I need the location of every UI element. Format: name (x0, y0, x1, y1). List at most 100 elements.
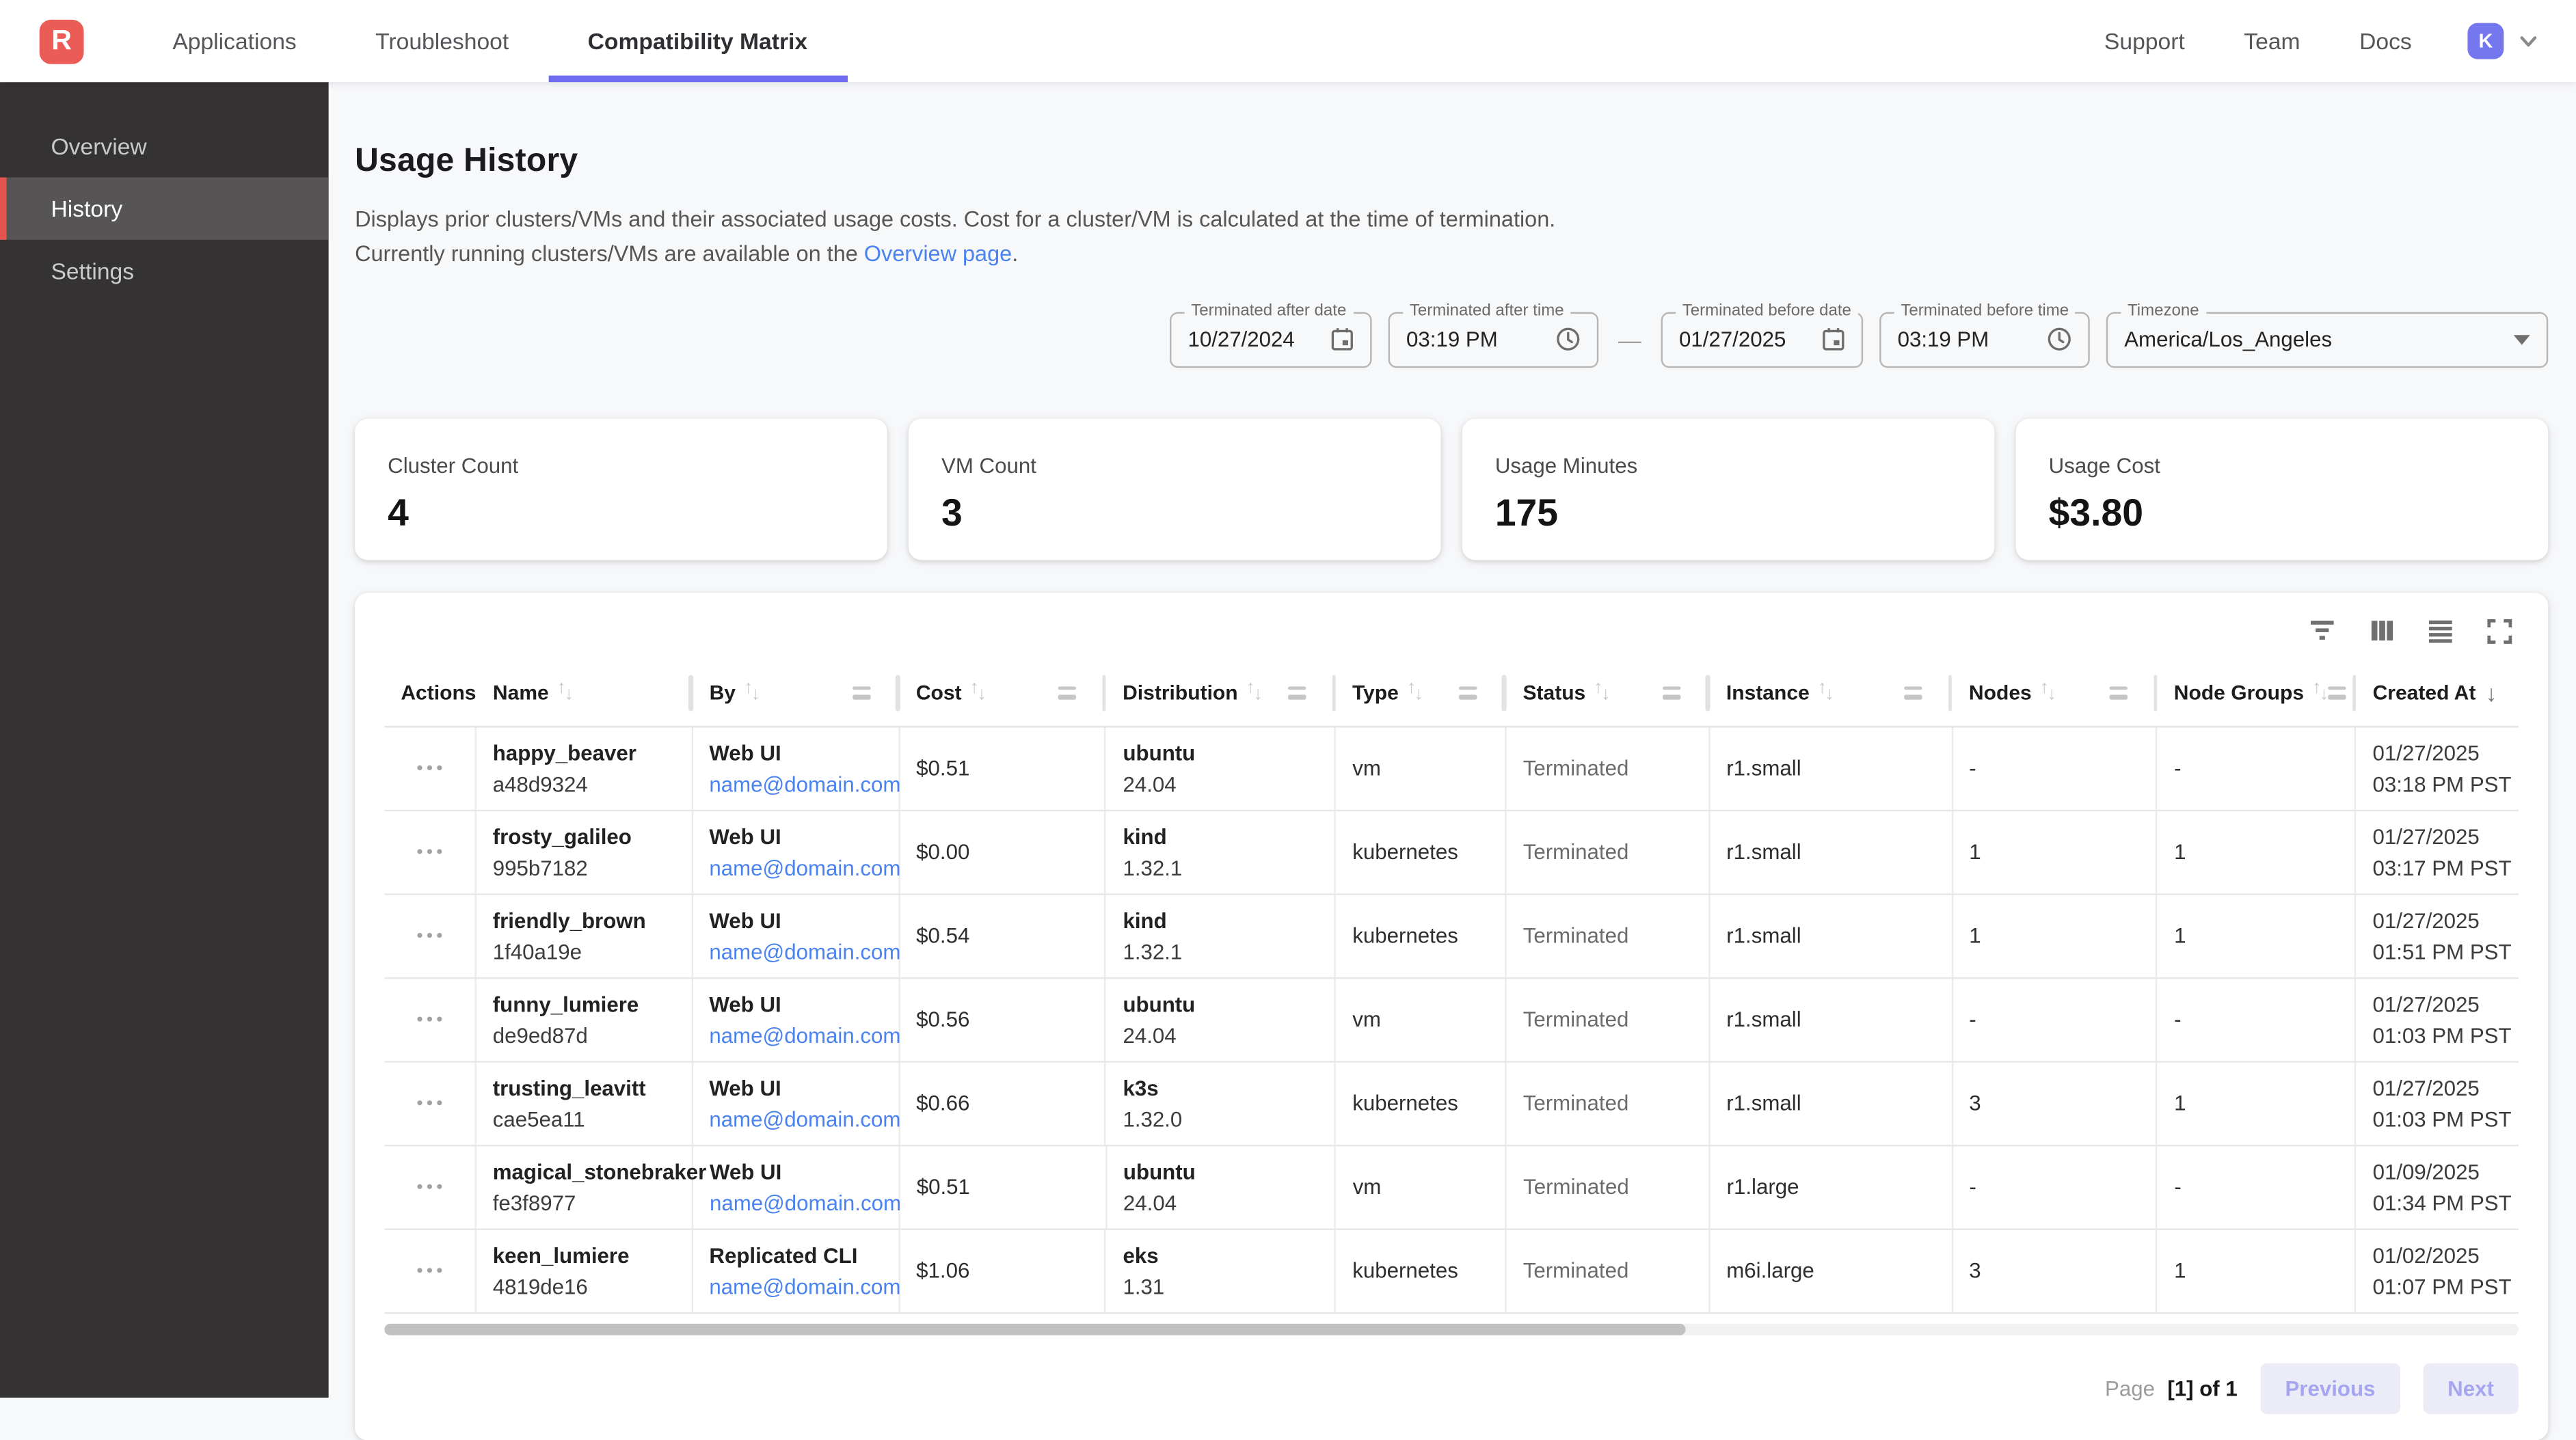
column-header-created[interactable]: Created At↓ (2357, 660, 2519, 725)
nav-tab-applications[interactable]: Applications (133, 0, 336, 82)
sidebar-item-history[interactable]: History (0, 178, 329, 240)
cell-cost: $0.51 (900, 727, 1106, 809)
calendar-icon[interactable] (1822, 327, 1845, 352)
stat-value: 3 (941, 491, 1408, 535)
row-actions-button[interactable] (410, 926, 448, 945)
cell-created: 01/09/202501:34 PM PST (2357, 1146, 2519, 1228)
stat-cards: Cluster Count 4 VM Count 3 Usage Minutes… (355, 418, 2548, 560)
clock-icon[interactable] (1556, 327, 1581, 352)
columns-icon[interactable] (2371, 619, 2394, 642)
app-window: R Applications Troubleshoot Compatibilit… (0, 0, 2576, 1398)
terminated-before-date-field[interactable]: Terminated before date 01/27/2025 (1661, 312, 1864, 368)
column-menu-icon[interactable] (2110, 686, 2128, 699)
user-email-link[interactable]: name@domain.com (710, 1190, 882, 1214)
column-header-instance[interactable]: Instance↑↓ (1710, 660, 1953, 725)
app-logo[interactable]: R (40, 19, 84, 64)
sort-icon: ↑↓ (970, 683, 987, 701)
table-row: magical_stonebrakerfe3f8977Web UIname@do… (384, 1146, 2519, 1230)
column-menu-icon[interactable] (852, 686, 870, 699)
clock-icon[interactable] (2047, 327, 2071, 352)
row-actions-button[interactable] (410, 1093, 448, 1112)
terminated-before-time-field[interactable]: Terminated before time 03:19 PM (1879, 312, 2090, 368)
column-header-cost[interactable]: Cost↑↓ (900, 660, 1106, 725)
user-email-link[interactable]: name@domain.com (709, 1274, 881, 1299)
field-value: 10/27/2024 (1188, 327, 1294, 352)
cell-actions (384, 727, 476, 809)
row-actions-button[interactable] (410, 1261, 448, 1279)
column-menu-icon[interactable] (1058, 686, 1076, 699)
column-header-node_groups[interactable]: Node Groups↑↓ (2158, 660, 2357, 725)
nav-link-team[interactable]: Team (2244, 28, 2300, 54)
column-header-nodes[interactable]: Nodes↑↓ (1953, 660, 2158, 725)
next-page-button[interactable]: Next (2423, 1363, 2519, 1413)
stat-value: 175 (1495, 491, 1961, 535)
cell-instance: r1.small (1710, 811, 1953, 893)
cell-distribution: kind1.32.1 (1106, 895, 1336, 977)
user-email-link[interactable]: name@domain.com (709, 1022, 881, 1047)
cell-status: Terminated (1507, 1230, 1710, 1312)
row-actions-button[interactable] (410, 1010, 448, 1029)
column-menu-icon[interactable] (1662, 686, 1680, 699)
cell-distribution: ubuntu24.04 (1106, 978, 1336, 1060)
column-header-name[interactable]: Name↑↓ (477, 660, 693, 725)
user-email-link[interactable]: name@domain.com (709, 1106, 881, 1131)
user-email-link[interactable]: name@domain.com (709, 772, 881, 796)
sidebar-item-overview[interactable]: Overview (0, 115, 329, 177)
top-nav: R Applications Troubleshoot Compatibilit… (0, 0, 2576, 82)
terminated-after-date-field[interactable]: Terminated after date 10/27/2024 (1170, 312, 1372, 368)
fullscreen-icon[interactable] (2487, 619, 2512, 643)
cell-type: kubernetes (1336, 811, 1507, 893)
column-header-type[interactable]: Type↑↓ (1336, 660, 1507, 725)
row-actions-button[interactable] (410, 843, 448, 861)
table-row: frosty_galileo995b7182Web UIname@domain.… (384, 811, 2519, 895)
table-row: happy_beavera48d9324Web UIname@domain.co… (384, 727, 2519, 811)
overview-page-link[interactable]: Overview page (864, 242, 1012, 267)
cell-instance: r1.large (1710, 1146, 1953, 1228)
cell-cost: $1.06 (900, 1230, 1106, 1312)
row-actions-button[interactable] (410, 1178, 448, 1196)
column-menu-icon[interactable] (1905, 686, 1922, 699)
column-header-by[interactable]: By↑↓ (693, 660, 900, 725)
nav-tab-compatibility-matrix[interactable]: Compatibility Matrix (548, 0, 847, 82)
field-value: 03:19 PM (1406, 327, 1498, 352)
filter-icon[interactable] (2308, 619, 2336, 642)
cell-type: kubernetes (1336, 1230, 1507, 1312)
sidebar-item-settings[interactable]: Settings (0, 240, 329, 302)
timezone-select[interactable]: Timezone America/Los_Angeles (2106, 312, 2548, 368)
sort-icon: ↑↓ (1246, 683, 1263, 701)
nav-tab-troubleshoot[interactable]: Troubleshoot (336, 0, 548, 82)
user-email-link[interactable]: name@domain.com (709, 939, 881, 964)
cell-instance: r1.small (1710, 1062, 1953, 1144)
cell-created: 01/27/202503:17 PM PST (2356, 811, 2519, 893)
column-menu-icon[interactable] (2329, 686, 2346, 699)
cell-status: Terminated (1507, 727, 1710, 809)
row-actions-button[interactable] (410, 759, 448, 777)
cell-nodes: 1 (1953, 811, 2158, 893)
user-email-link[interactable]: name@domain.com (709, 855, 881, 880)
field-value: 01/27/2025 (1679, 327, 1786, 352)
table-viewport: ActionsName↑↓By↑↓Cost↑↓Distribution↑↓Typ… (384, 660, 2519, 1313)
cell-by: Web UIname@domain.com (693, 727, 900, 809)
terminated-after-time-field[interactable]: Terminated after time 03:19 PM (1388, 312, 1599, 368)
cell-nodes: - (1953, 1146, 2158, 1228)
nav-link-docs[interactable]: Docs (2359, 28, 2412, 54)
user-menu[interactable]: K (2467, 23, 2540, 59)
column-header-status[interactable]: Status↑↓ (1506, 660, 1709, 725)
scrollbar-thumb[interactable] (384, 1323, 1686, 1335)
cell-by: Replicated CLIname@domain.com (693, 1230, 900, 1312)
column-menu-icon[interactable] (1288, 686, 1306, 699)
stat-label: VM Count (941, 452, 1408, 477)
calendar-icon[interactable] (1331, 327, 1354, 352)
sort-icon: ↑↓ (1407, 683, 1423, 701)
column-menu-icon[interactable] (1459, 686, 1477, 699)
cell-node_groups: 1 (2158, 811, 2356, 893)
cell-name: frosty_galileo995b7182 (477, 811, 693, 893)
previous-page-button[interactable]: Previous (2260, 1363, 2400, 1413)
secondary-nav: Support Team Docs K (2045, 23, 2576, 59)
density-icon[interactable] (2428, 619, 2453, 643)
cell-cost: $0.00 (900, 811, 1106, 893)
nav-link-support[interactable]: Support (2104, 28, 2185, 54)
cell-instance: r1.small (1710, 978, 1953, 1060)
column-header-distribution[interactable]: Distribution↑↓ (1106, 660, 1336, 725)
table-header-row: ActionsName↑↓By↑↓Cost↑↓Distribution↑↓Typ… (384, 660, 2519, 727)
